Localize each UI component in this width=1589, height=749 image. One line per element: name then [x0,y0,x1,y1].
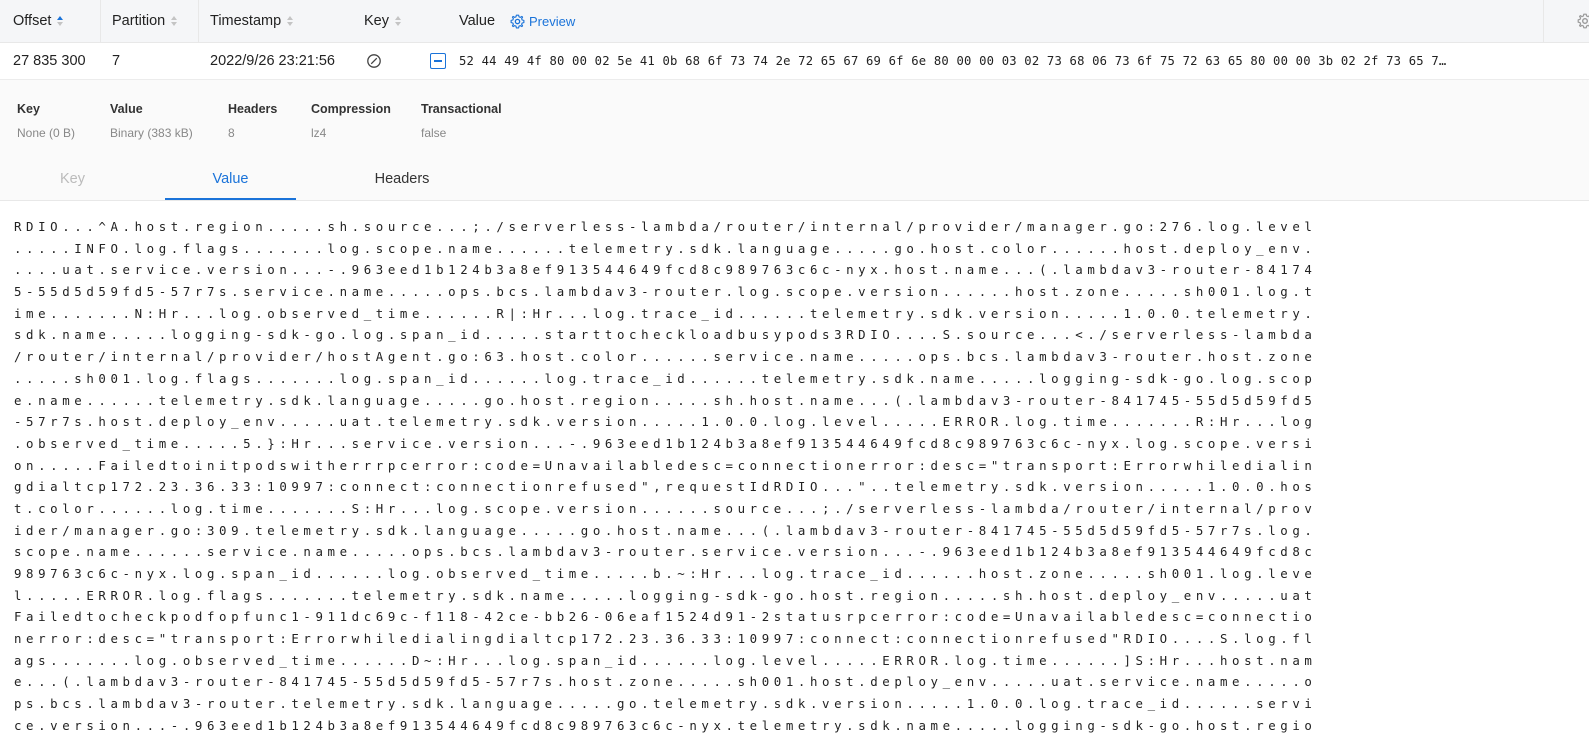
key-cell [366,43,382,79]
content-line: l.....ERROR.log.flags.......telemetry.sd… [14,587,1317,603]
content-line: sdk.name.....logging-sdk-go.log.span_id.… [14,327,1317,343]
collapse-row-button[interactable] [430,53,446,69]
content-line: .....INFO.log.flags.......log.scope.name… [14,240,1317,256]
column-header-offset[interactable]: Offset [13,0,64,42]
table-row[interactable]: 27 835 300 7 2022/9/26 23:21:56 52 44 49… [0,43,1589,80]
meta-headers: Headers 8 [228,102,278,140]
column-header-key[interactable]: Key [364,0,401,42]
content-line: ime.......N:Hr...log.observed_time......… [14,305,1317,321]
tab-value[interactable]: Value [165,160,296,200]
content-line: .observed_time.....5.}:Hr...service.vers… [14,435,1317,451]
column-divider [198,0,199,42]
sort-icon[interactable] [395,16,401,26]
value-hex-cell: 52 44 49 4f 80 00 02 5e 41 0b 68 6f 73 7… [459,54,1447,68]
table-header: Offset Partition Timestamp Key Value Pre… [0,0,1589,43]
content-line: e...(.lambdav3-router-841745-55d5d59fd5-… [14,674,1317,690]
column-header-value: Value [459,13,496,29]
tab-headers[interactable]: Headers [336,160,468,198]
detail-tabs: Key Value Headers [0,160,1589,201]
column-header-timestamp[interactable]: Timestamp [210,0,294,42]
timestamp-cell: 2022/9/26 23:21:56 [210,53,335,69]
meta-key: Key None (0 B) [17,102,76,140]
content-line: e.name......telemetry.sdk.language.....g… [14,392,1317,408]
content-line: ider/manager.go:309.telemetry.sdk.langua… [14,522,1317,538]
meta-compression: Compression lz4 [311,102,391,140]
content-line: -57r7s.host.deploy_env.....uat.telemetry… [14,414,1317,430]
content-line: RDIO...^A.host.region.....sh.source...;.… [14,219,1317,234]
partition-cell: 7 [112,53,121,69]
content-line: ....uat.service.version...-.963eed1b124b… [14,262,1317,278]
content-line: gdialtcp172.23.36.33:10997:connect:conne… [14,479,1317,495]
sort-icon[interactable] [287,16,294,26]
content-line: t.color......log.time.......S:Hr...log.s… [14,500,1317,516]
gear-icon [510,14,525,28]
content-line: nerror:desc="transport:Errorwhiledialing… [14,631,1317,647]
offset-cell: 27 835 300 [13,53,86,69]
content-line: Failedtocheckpodfopfunc1-911dc69c-f118-4… [14,609,1317,625]
value-content[interactable]: RDIO...^A.host.region.....sh.source...;.… [14,216,1574,749]
sort-icon[interactable] [171,16,178,26]
content-line: .....sh001.log.flags.......log.span_id..… [14,370,1317,386]
minus-icon [434,60,442,62]
column-divider [1543,0,1544,42]
content-line: on.....Failedtoinitpodswitherrrpcerror:c… [14,457,1317,473]
column-divider [100,0,101,42]
content-line: /router/internal/provider/hostAgent.go:6… [14,349,1317,365]
meta-value: Value Binary (383 kB) [110,102,193,140]
empty-key-icon [367,54,381,68]
content-line: 989763c6c-nyx.log.span_id......log.obser… [14,566,1317,581]
tab-key[interactable]: Key [0,160,145,198]
content-line: scope.name......service.name.....ops.bcs… [14,544,1317,560]
content-line: ce.version...-.963eed1b124b3a8ef91354464… [14,717,1317,733]
preview-button[interactable]: Preview [510,0,575,42]
settings-gear-icon[interactable] [1577,13,1589,34]
content-line: 5-55d5d59fd5-57r7s.service.name.....ops.… [14,284,1317,300]
sort-icon[interactable] [57,16,64,26]
content-line: ps.bcs.lambdav3-router.telemetry.sdk.lan… [14,696,1317,712]
column-header-partition[interactable]: Partition [112,0,178,42]
content-line: ags.......log.observed_time......D~:Hr..… [14,652,1317,668]
meta-transactional: Transactional false [421,102,502,140]
